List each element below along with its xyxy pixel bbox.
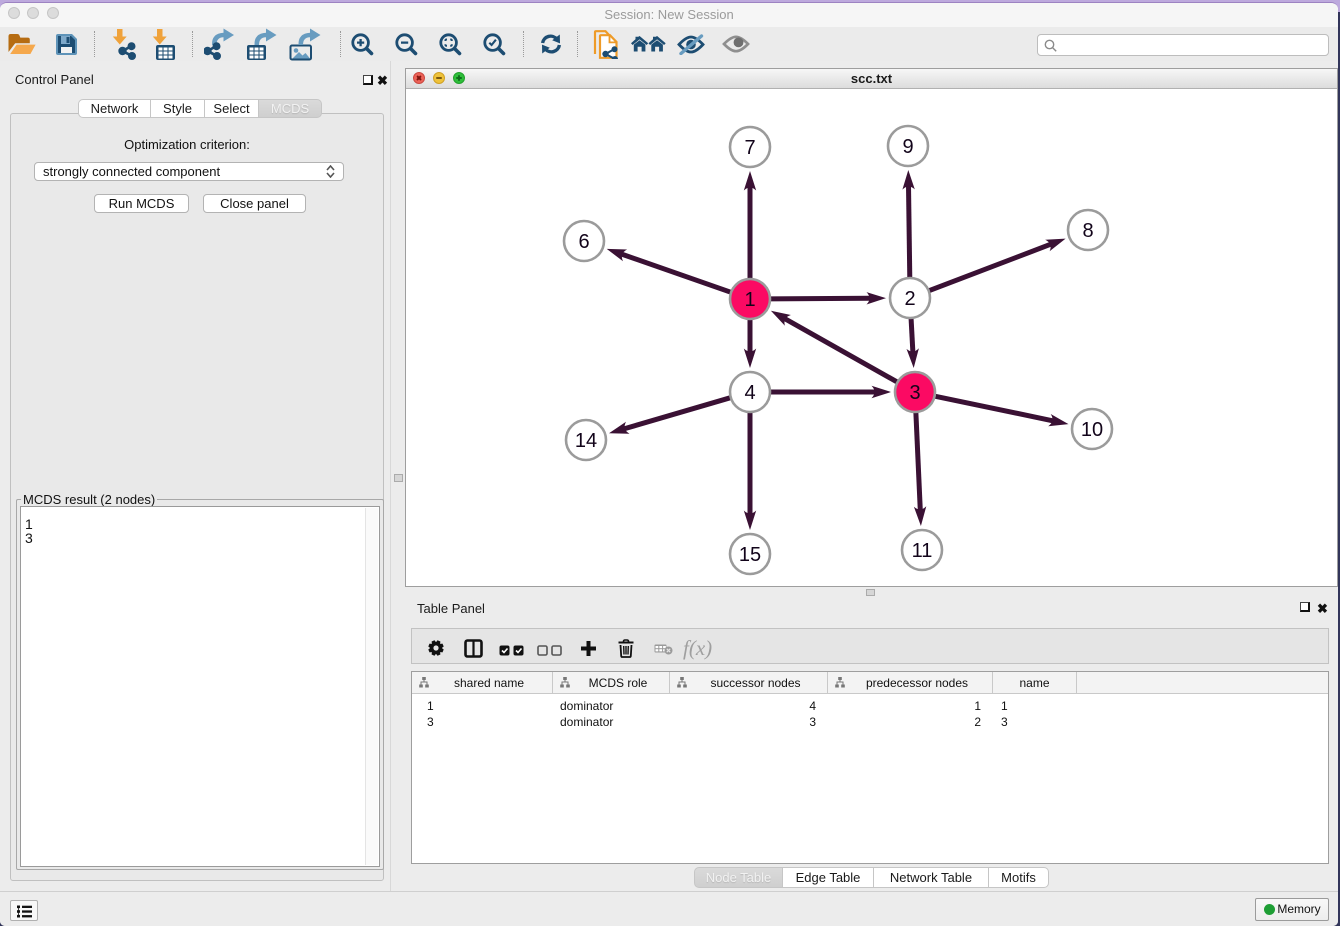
svg-text:14: 14 xyxy=(575,430,597,452)
svg-text:4: 4 xyxy=(744,382,755,404)
svg-text:15: 15 xyxy=(739,544,761,566)
svg-text:1: 1 xyxy=(744,289,755,311)
svg-text:6: 6 xyxy=(578,231,589,253)
svg-text:9: 9 xyxy=(902,136,913,158)
svg-text:8: 8 xyxy=(1082,220,1093,242)
svg-text:2: 2 xyxy=(904,288,915,310)
svg-text:7: 7 xyxy=(744,137,755,159)
svg-text:10: 10 xyxy=(1081,419,1103,441)
svg-text:3: 3 xyxy=(909,382,920,404)
svg-text:11: 11 xyxy=(912,540,933,562)
